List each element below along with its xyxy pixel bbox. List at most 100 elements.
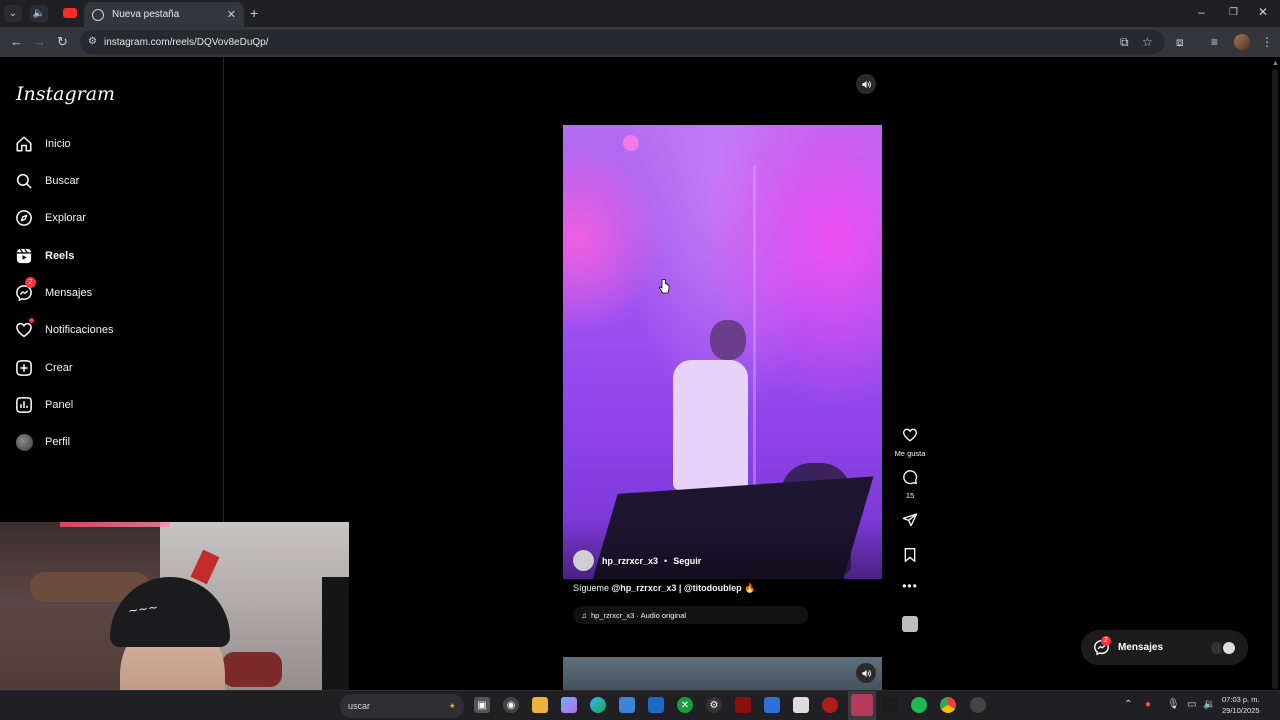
minimize-icon[interactable]: – xyxy=(1198,5,1205,19)
xbox-icon[interactable]: ✕ xyxy=(677,697,693,713)
sidebar-item-reels[interactable]: Reels xyxy=(14,242,74,270)
app-dark-red-icon[interactable] xyxy=(822,697,838,713)
tray-overflow-icon[interactable]: ⌃ xyxy=(1124,699,1132,710)
taskbar-search[interactable]: uscar ✦ xyxy=(340,694,464,718)
page-scrollbar[interactable]: ▲ xyxy=(1270,57,1280,690)
messages-float-label: Mensajes xyxy=(1118,642,1164,653)
copilot-app-icon[interactable] xyxy=(561,697,577,713)
task-view-icon[interactable]: ▣ xyxy=(474,697,490,713)
site-info-icon[interactable]: ⚙ xyxy=(88,36,100,48)
taskbar-clock[interactable]: 07:03 p. m. 29/10/2025 xyxy=(1222,694,1260,716)
sidebar-item-mensajes[interactable]: 2 Mensajes xyxy=(14,277,92,307)
chrome-menu-icon[interactable]: ⋮ xyxy=(1261,35,1273,49)
like-button[interactable]: Me gusta xyxy=(893,427,927,458)
sidebar-item-crear[interactable]: Crear xyxy=(14,354,73,382)
send-icon xyxy=(902,513,918,527)
roblox-icon[interactable] xyxy=(793,697,809,713)
scroll-up-icon[interactable]: ▲ xyxy=(1272,60,1279,67)
store-icon[interactable] xyxy=(619,697,635,713)
extensions-icon[interactable]: ⧈ xyxy=(1176,35,1184,50)
tab-search-button[interactable]: ⌄ xyxy=(4,5,22,22)
obs-icon[interactable] xyxy=(970,697,986,713)
reading-list-icon[interactable]: ≡ xyxy=(1211,35,1218,49)
sidebar-item-notificaciones[interactable]: Notificaciones xyxy=(14,316,113,344)
microphone-icon[interactable]: 🎙 xyxy=(1167,699,1180,710)
compass-icon xyxy=(14,208,34,228)
tab-nueva-pestana[interactable]: Nueva pestaña ✕ xyxy=(84,2,244,27)
tray-app-icon[interactable]: ● xyxy=(1145,699,1151,710)
share-button[interactable] xyxy=(893,512,927,533)
sidebar-item-panel[interactable]: Panel xyxy=(14,391,73,419)
webcam-led-strip xyxy=(60,522,170,527)
taskbar-search-text: uscar xyxy=(348,701,371,711)
app-pink-icon[interactable] xyxy=(851,694,873,716)
chrome-icon[interactable] xyxy=(940,697,956,713)
settings-icon[interactable]: ⚙ xyxy=(706,697,722,713)
clock-time: 07:03 p. m. xyxy=(1222,695,1260,704)
sidebar-item-buscar[interactable]: Buscar xyxy=(14,167,79,195)
chrome-profile-avatar[interactable] xyxy=(1234,34,1250,50)
address-bar[interactable]: ⚙ instagram.com/reels/DQVov8eDuQp/ xyxy=(80,30,1165,54)
messages-floating-button[interactable]: 2 Mensajes xyxy=(1081,630,1248,665)
follow-button[interactable]: Seguir xyxy=(673,556,701,566)
sidebar-item-explorar[interactable]: Explorar xyxy=(14,204,86,232)
tab-title: Nueva pestaña xyxy=(112,9,180,20)
bookmark-star-icon[interactable]: ☆ xyxy=(1142,35,1153,49)
reel-video[interactable]: hp_rzrxcr_x3 • Seguir xyxy=(563,125,882,579)
webcam-shoe xyxy=(222,652,282,687)
separator-dot: • xyxy=(664,555,668,566)
instagram-logo[interactable]: Instagram xyxy=(16,83,115,105)
speaker-icon xyxy=(861,80,871,88)
audio-pill[interactable]: ♫ hp_rzrxcr_x3 · Audio original xyxy=(573,606,808,624)
bookmark-icon xyxy=(904,548,916,562)
volume-button[interactable] xyxy=(856,74,876,94)
reload-icon[interactable]: ↻ xyxy=(57,34,68,50)
windows-taskbar: uscar ✦ ▣ ◉ ✕ ⚙ ⌃ ● 🎙 ▭ 🔉 07:03 p. m. 29… xyxy=(0,690,1280,720)
restore-icon[interactable]: ❐ xyxy=(1229,7,1238,18)
new-tab-button[interactable]: + xyxy=(250,5,258,21)
singer-head xyxy=(710,320,746,360)
spotify-icon[interactable] xyxy=(911,697,927,713)
audio-label: hp_rzrxcr_x3 · Audio original xyxy=(591,610,687,620)
caption-handles[interactable]: @hp_rzrxcr_x3 | @titodoublep xyxy=(612,583,742,593)
volume-button-next[interactable] xyxy=(856,663,876,683)
comment-button[interactable]: 15 xyxy=(893,469,927,500)
youtube-tab-icon[interactable] xyxy=(63,8,77,18)
close-tab-icon[interactable]: ✕ xyxy=(227,8,236,21)
stage-light xyxy=(623,135,639,151)
singer-body xyxy=(673,360,748,490)
volume-tray-icon[interactable]: 🔉 xyxy=(1203,699,1215,710)
author-avatar[interactable] xyxy=(573,550,594,571)
caption-prefix: Sígueme xyxy=(573,583,612,593)
outlook-icon[interactable] xyxy=(648,697,664,713)
forward-icon[interactable]: → xyxy=(33,34,46,49)
mouse-cursor-icon xyxy=(658,279,670,294)
terminal-icon[interactable] xyxy=(882,697,898,713)
notepad-icon[interactable] xyxy=(764,697,780,713)
messages-float-badge: 2 xyxy=(1101,636,1111,646)
music-note-icon: ♫ xyxy=(581,610,587,620)
close-window-icon[interactable]: ✕ xyxy=(1258,5,1268,19)
sidebar-item-perfil[interactable]: Perfil xyxy=(14,428,70,456)
sidebar-item-label: Panel xyxy=(45,399,74,411)
audio-thumbnail[interactable] xyxy=(902,616,918,632)
mute-tab-button[interactable]: 🔈 xyxy=(30,5,48,22)
comments-count: 15 xyxy=(905,491,915,500)
messenger-icon: 2 xyxy=(14,277,36,303)
more-options-icon[interactable]: ••• xyxy=(893,579,927,593)
sidebar-item-label: Buscar xyxy=(45,175,80,187)
author-username[interactable]: hp_rzrxcr_x3 xyxy=(602,556,658,566)
display-icon[interactable]: ▭ xyxy=(1187,699,1196,710)
reel-caption: Sígueme @hp_rzrxcr_x3 | @titodoublep 🔥 xyxy=(573,583,755,594)
cast-icon[interactable]: ⧉ xyxy=(1120,35,1129,50)
scrollbar-thumb[interactable] xyxy=(1272,69,1278,689)
copilot-icon[interactable]: ◉ xyxy=(503,697,519,713)
next-reel-preview[interactable] xyxy=(563,657,882,690)
save-button[interactable] xyxy=(893,547,927,568)
app-red-icon[interactable] xyxy=(735,697,751,713)
sidebar-item-inicio[interactable]: Inicio xyxy=(14,130,71,158)
edge-icon[interactable] xyxy=(590,697,606,713)
webcam-device xyxy=(322,577,349,697)
back-icon[interactable]: ← xyxy=(10,34,23,49)
file-explorer-icon[interactable] xyxy=(532,697,548,713)
